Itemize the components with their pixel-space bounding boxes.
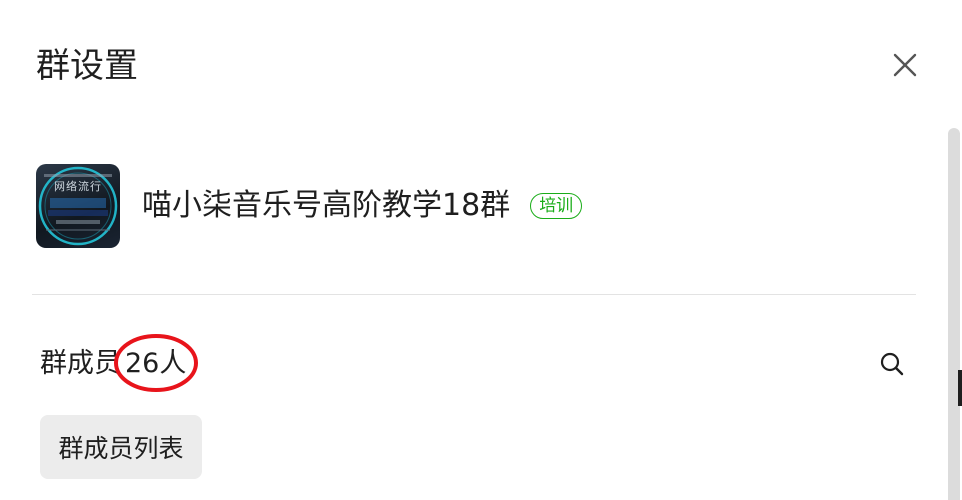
search-icon — [880, 352, 904, 376]
member-count: 26人 — [125, 348, 187, 379]
avatar-graphic — [38, 166, 118, 246]
member-list-button[interactable]: 群成员列表 — [40, 415, 202, 479]
group-avatar[interactable]: 网络流行 — [36, 164, 120, 248]
member-count-wrapper: 26人 — [114, 334, 198, 392]
section-divider — [32, 294, 916, 295]
panel-title: 群设置 — [36, 46, 138, 86]
group-info-row: 网络流行 喵小柒音乐号高阶教学18群 培训 — [36, 164, 583, 248]
group-settings-panel: 群设置 网络流行 喵小柒音乐号高阶教学18群 培训 群成员 26人 群成员列表 — [0, 0, 962, 500]
training-badge: 培训 — [530, 193, 583, 219]
avatar-text: 网络流行 — [54, 180, 102, 193]
close-button[interactable] — [886, 46, 924, 84]
scrollbar-thumb[interactable] — [948, 128, 960, 500]
members-header: 群成员 26人 — [40, 334, 198, 392]
members-label: 群成员 — [40, 348, 121, 379]
member-search-button[interactable] — [878, 350, 906, 378]
group-name: 喵小柒音乐号高阶教学18群 — [142, 188, 511, 223]
close-icon — [893, 53, 917, 77]
scrollbar-marker — [958, 370, 962, 406]
